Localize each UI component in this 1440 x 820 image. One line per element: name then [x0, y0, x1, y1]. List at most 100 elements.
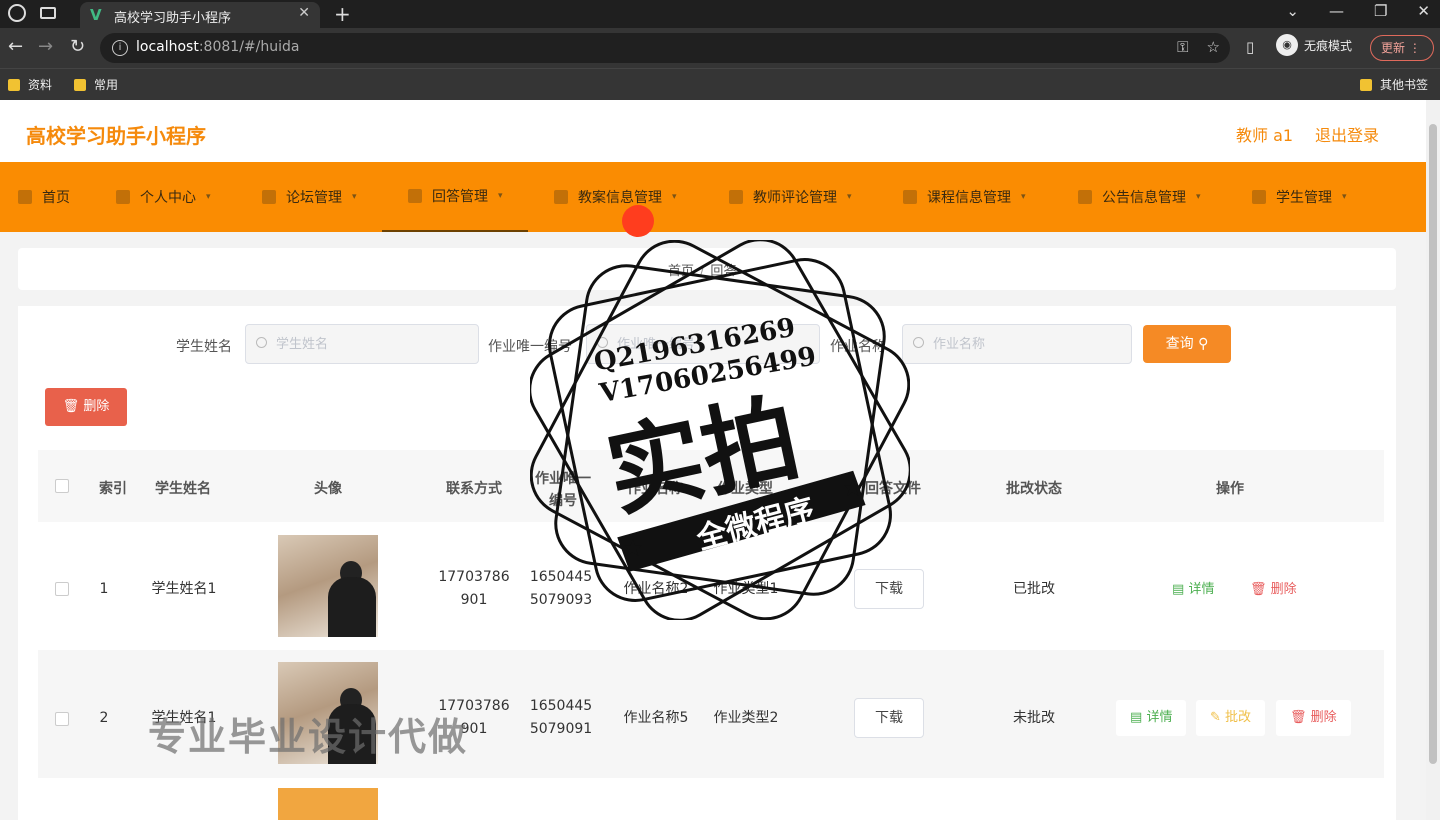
query-label: 查询 [1165, 336, 1194, 352]
row-checkbox[interactable] [55, 582, 69, 596]
nav-item-lesson-plans[interactable]: 教案信息管理 ▾ [554, 162, 677, 232]
search-icon [913, 337, 924, 348]
nav-label: 回答管理 [432, 189, 488, 205]
bookmark-folder-ziliao[interactable]: 资料 [8, 76, 52, 93]
update-button[interactable]: 更新 ⋮ [1370, 35, 1434, 61]
phone-cell: 17703786901 [438, 569, 510, 608]
bookmark-label: 资料 [28, 78, 53, 92]
url-path: :8081/#/huida [198, 39, 300, 55]
nav-item-home[interactable]: 首页 [18, 162, 70, 232]
row-index: 1 [99, 581, 109, 597]
chevron-down-icon: ▾ [1021, 192, 1026, 202]
homework-id-cell: 16504455079093 [529, 569, 593, 608]
forward-icon[interactable]: → [38, 36, 53, 57]
nav-item-announcements[interactable]: 公告信息管理 ▾ [1078, 162, 1201, 232]
click-indicator [622, 205, 654, 237]
document-icon: ▤ [1130, 710, 1143, 725]
logout-link[interactable]: 退出登录 [1315, 122, 1379, 146]
back-icon[interactable]: ← [8, 36, 23, 57]
bookmark-folder-changyong[interactable]: 常用 [74, 76, 118, 93]
homework-type-cell: 作业类型2 [713, 710, 779, 726]
incognito-icon: ◉ [1276, 34, 1298, 56]
browser-tab[interactable]: V 高校学习助手小程序 ✕ [80, 2, 320, 28]
download-button[interactable]: 下载 [854, 569, 924, 609]
column-header: 回答文件 [865, 481, 921, 497]
tab-list-icon[interactable]: ⌄ [1286, 2, 1299, 20]
homework-type-cell: 作业类型1 [713, 581, 779, 597]
site-info-icon[interactable]: i [112, 40, 128, 56]
minimize-icon[interactable]: — [1329, 2, 1344, 20]
table-header: 索引 学生姓名 头像 联系方式 作业唯一编号 作业名称 作业类型 回答文件 批改… [38, 450, 1384, 522]
delete-button[interactable]: 🗑 删除 [1276, 700, 1351, 736]
tab-close-icon[interactable]: ✕ [298, 5, 310, 21]
page-scrollbar[interactable] [1426, 100, 1440, 820]
student-icon [1252, 190, 1266, 204]
status-cell: 已批改 [1013, 581, 1055, 597]
folder-icon [8, 78, 20, 91]
nav-label: 学生管理 [1276, 190, 1332, 206]
nav-item-courses[interactable]: 课程信息管理 ▾ [903, 162, 1026, 232]
chevron-down-icon: ▾ [1196, 192, 1201, 202]
folder-icon [74, 78, 86, 91]
update-label: 更新 [1381, 41, 1406, 55]
column-header: 头像 [314, 481, 342, 497]
search-icon [597, 337, 608, 348]
browser-address-bar: ← → ↻ i localhost:8081/#/huida ⚿ ☆ ▯ ◉ 无… [0, 28, 1440, 68]
document-icon: ▤ [1172, 582, 1185, 597]
browser-profile-icon[interactable] [8, 4, 26, 22]
homework-id-input[interactable] [617, 325, 813, 363]
answer-icon [408, 189, 422, 203]
column-header: 批改状态 [1006, 481, 1062, 497]
batch-delete-button[interactable]: 🗑 删除 [45, 388, 127, 426]
other-bookmarks[interactable]: 其他书签 [1360, 76, 1428, 93]
column-header: 作业名称 [627, 481, 683, 497]
tab-title: 高校学习助手小程序 [114, 11, 232, 26]
forum-icon [262, 190, 276, 204]
other-bookmarks-label: 其他书签 [1380, 78, 1429, 92]
query-button[interactable]: 查询 ⚲ [1143, 325, 1231, 363]
tab-search-icon[interactable] [40, 7, 56, 19]
watermark-bottom-text: 专业毕业设计代做 [148, 715, 469, 759]
incognito-indicator[interactable]: ◉ 无痕模式 [1276, 34, 1352, 56]
breadcrumb-home[interactable]: 首页 [668, 264, 694, 279]
student-name-input[interactable] [276, 325, 472, 363]
review-button[interactable]: ✎ 批改 [1196, 700, 1266, 736]
row-checkbox[interactable] [55, 712, 69, 726]
breadcrumb-separator: / [700, 264, 705, 279]
nav-item-profile[interactable]: 个人中心 ▾ [116, 162, 211, 232]
reload-icon[interactable]: ↻ [70, 36, 85, 57]
download-button[interactable]: 下载 [854, 698, 924, 738]
student-name-input-wrap [245, 324, 479, 364]
folder-icon [1360, 78, 1372, 91]
bookmarks-bar: 资料 常用 其他书签 [0, 68, 1440, 100]
scrollbar-thumb[interactable] [1429, 124, 1437, 764]
home-icon [18, 190, 32, 204]
column-header: 联系方式 [446, 481, 502, 497]
nav-label: 首页 [42, 190, 70, 206]
nav-item-teacher-comments[interactable]: 教师评论管理 ▾ [729, 162, 852, 232]
delete-label: 删除 [1310, 710, 1337, 725]
homework-id-input-wrap [586, 324, 820, 364]
bookmark-star-icon[interactable]: ☆ [1207, 38, 1220, 56]
chevron-down-icon: ▾ [847, 192, 852, 202]
row-index: 2 [99, 710, 109, 726]
nav-item-answers[interactable]: 回答管理 ▾ [382, 162, 528, 232]
new-tab-icon[interactable]: + [334, 2, 351, 26]
nav-item-students[interactable]: 学生管理 ▾ [1252, 162, 1347, 232]
maximize-icon[interactable]: ❐ [1374, 2, 1387, 20]
url-field[interactable]: i localhost:8081/#/huida ⚿ ☆ [100, 33, 1230, 63]
user-icon [116, 190, 130, 204]
select-all-checkbox[interactable] [55, 479, 69, 493]
nav-label: 公告信息管理 [1102, 190, 1186, 206]
table-row: 1 学生姓名1 17703786901 16504455079093 作业名称2… [38, 522, 1384, 650]
delete-label: 删除 [1270, 582, 1297, 597]
delete-button[interactable]: 🗑 删除 [1236, 572, 1311, 608]
side-panel-icon[interactable]: ▯ [1246, 38, 1254, 56]
homework-name-input[interactable] [933, 325, 1125, 363]
current-user: 教师 a1 [1236, 126, 1294, 145]
detail-button[interactable]: ▤ 详情 [1158, 572, 1229, 608]
key-icon[interactable]: ⚿ [1177, 38, 1188, 56]
nav-item-forum[interactable]: 论坛管理 ▾ [262, 162, 357, 232]
detail-button[interactable]: ▤ 详情 [1116, 700, 1187, 736]
window-close-icon[interactable]: ✕ [1417, 2, 1430, 20]
